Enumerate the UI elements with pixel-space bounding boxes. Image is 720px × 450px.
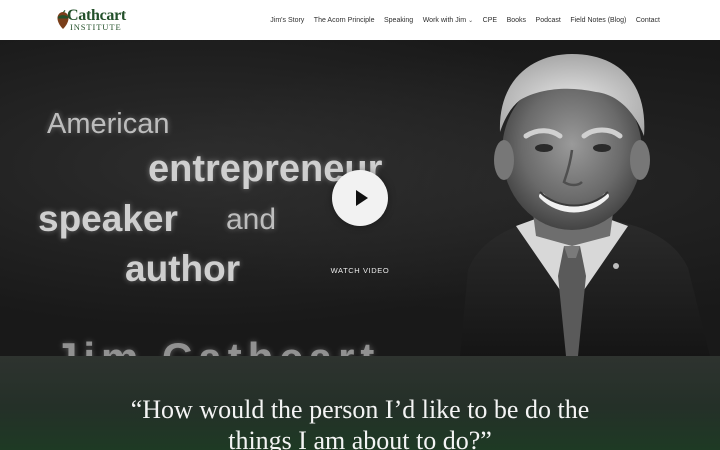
chevron-down-icon: ⌄ (468, 17, 474, 24)
nav-label: Contact (635, 16, 660, 24)
hero-word-and: and (226, 203, 277, 236)
hero-word-american: American (47, 108, 170, 140)
nav-label: Podcast (535, 16, 561, 24)
quote-section: “How would the person I’d like to be do … (0, 356, 720, 450)
nav-label: CPE (482, 16, 498, 24)
portrait-image (460, 54, 710, 356)
nav-label: Books (506, 16, 527, 24)
logo-subtitle: INSTITUTE (70, 22, 122, 32)
nav-cpe[interactable]: CPE (483, 17, 497, 24)
nav-label: Field Notes (Blog) (570, 16, 627, 24)
play-video-button[interactable] (332, 170, 388, 226)
nav-field-notes[interactable]: Field Notes (Blog) (570, 17, 626, 24)
featured-quote: “How would the person I’d like to be do … (130, 395, 590, 450)
main-nav: Jim's Story The Acorn Principle Speaking… (270, 0, 660, 40)
nav-podcast[interactable]: Podcast (536, 17, 561, 24)
hero-video[interactable]: American entrepreneur speaker and author… (0, 40, 720, 356)
nav-work-with-jim[interactable]: Work with Jim ⌄ (423, 17, 473, 24)
nav-label: The Acorn Principle (313, 16, 375, 24)
nav-jims-story[interactable]: Jim's Story (270, 17, 304, 24)
nav-contact[interactable]: Contact (636, 17, 660, 24)
nav-speaking[interactable]: Speaking (384, 17, 413, 24)
nav-books[interactable]: Books (507, 17, 526, 24)
play-icon (356, 190, 368, 206)
hero-word-partial: Jim Cathcart (54, 334, 380, 356)
nav-acorn-principle[interactable]: The Acorn Principle (314, 17, 375, 24)
nav-label: Speaking (384, 16, 414, 24)
site-logo[interactable]: Cathcart INSTITUTE (56, 7, 136, 33)
nav-label: Work with Jim (422, 16, 467, 24)
hero-word-speaker: speaker (38, 198, 178, 239)
watch-video-link[interactable]: WATCH VIDEO (300, 266, 420, 275)
hero-word-author: author (125, 248, 241, 289)
nav-label: Jim's Story (270, 16, 305, 24)
site-header: Cathcart INSTITUTE Jim's Story The Acorn… (0, 0, 720, 40)
